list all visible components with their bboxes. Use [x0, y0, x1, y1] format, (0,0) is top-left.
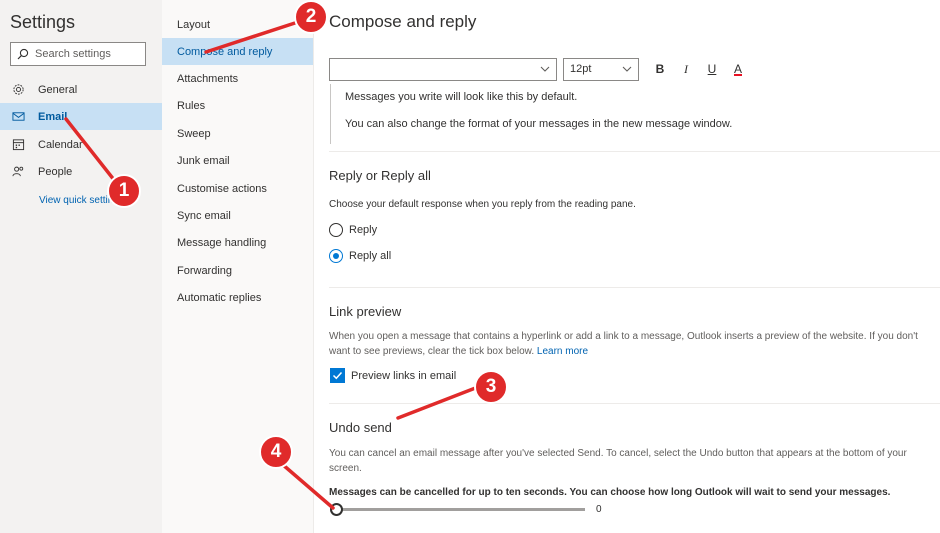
annotation-badge-3: 3: [474, 370, 508, 404]
undo-send-slider-track[interactable]: [334, 508, 585, 511]
settings-nav-pane: Settings General Email Calendar People V…: [0, 0, 162, 533]
undo-send-description: You can cancel an email message after yo…: [329, 448, 907, 474]
submenu-item-customise-actions[interactable]: Customise actions: [162, 175, 313, 202]
page-title: Compose and reply: [329, 12, 477, 31]
section-divider: [329, 151, 940, 152]
nav-item-label: Calendar: [38, 138, 83, 151]
preview-links-checkbox[interactable]: [330, 368, 345, 383]
compose-and-reply-panel: Compose and reply 12pt B I U A Messages …: [314, 0, 940, 533]
nav-item-label: General: [38, 83, 78, 96]
preview-line-1: Messages you write will look like this b…: [345, 91, 578, 103]
underline-button[interactable]: U: [699, 62, 725, 76]
preview-links-checkbox-row[interactable]: Preview links in email: [330, 368, 456, 383]
reply-section-heading: Reply or Reply all: [329, 168, 431, 183]
gear-icon: [13, 84, 24, 95]
reply-all-radio-label: Reply all: [349, 250, 392, 262]
people-icon: [12, 166, 24, 177]
calendar-icon: [12, 139, 25, 151]
section-divider: [329, 287, 940, 288]
checkmark-icon: [332, 371, 343, 380]
annotation-badge-4: 4: [259, 435, 293, 469]
reply-section-description: Choose your default response when you re…: [329, 199, 636, 210]
submenu-item-sweep[interactable]: Sweep: [162, 120, 313, 147]
search-icon: [17, 48, 29, 60]
reply-radio-button[interactable]: [329, 223, 343, 237]
link-preview-description-text: When you open a message that contains a …: [329, 331, 918, 357]
preview-line-2: You can also change the format of your m…: [345, 118, 733, 130]
reply-radio-label: Reply: [349, 224, 378, 236]
submenu-item-layout[interactable]: Layout: [162, 11, 313, 38]
nav-item-email[interactable]: Email: [0, 103, 162, 130]
preview-links-label: Preview links in email: [351, 369, 457, 382]
reply-all-radio-option[interactable]: Reply all: [329, 249, 391, 263]
font-family-dropdown[interactable]: [329, 57, 557, 81]
reply-all-radio-button[interactable]: [329, 249, 343, 263]
mail-icon: [12, 112, 25, 121]
bold-button[interactable]: B: [647, 62, 673, 76]
submenu-item-compose-and-reply[interactable]: Compose and reply: [162, 38, 313, 65]
search-settings-box[interactable]: [10, 42, 146, 66]
undo-send-instruction-text: Messages can be cancelled for up to ten …: [329, 487, 891, 498]
undo-send-heading: Undo send: [329, 420, 392, 435]
submenu-item-junk-email[interactable]: Junk email: [162, 147, 313, 174]
format-toolbar: 12pt B I U A: [329, 57, 751, 81]
undo-send-slider-thumb[interactable]: [330, 503, 343, 516]
undo-send-slider-value: 0: [596, 504, 602, 515]
chevron-down-icon: [622, 66, 632, 72]
link-preview-heading: Link preview: [329, 304, 402, 319]
submenu-item-automatic-replies[interactable]: Automatic replies: [162, 284, 313, 311]
font-size-dropdown[interactable]: 12pt: [563, 57, 639, 81]
annotation-badge-2: 2: [294, 0, 328, 34]
font-color-button[interactable]: A: [725, 62, 751, 76]
font-size-value: 12pt: [570, 63, 592, 75]
submenu-item-forwarding[interactable]: Forwarding: [162, 257, 313, 284]
undo-send-instruction: Messages can be cancelled for up to ten …: [329, 485, 940, 500]
nav-item-label: People: [38, 165, 73, 178]
italic-button[interactable]: I: [673, 62, 699, 77]
reply-radio-option[interactable]: Reply: [329, 223, 377, 237]
annotation-badge-1: 1: [107, 174, 141, 208]
message-format-preview: Messages you write will look like this b…: [330, 84, 924, 144]
submenu-item-message-handling[interactable]: Message handling: [162, 229, 313, 256]
search-input[interactable]: [35, 48, 135, 60]
submenu-item-sync-email[interactable]: Sync email: [162, 202, 313, 229]
settings-title: Settings: [10, 12, 76, 32]
section-divider: [329, 403, 940, 404]
learn-more-link[interactable]: Learn more: [537, 346, 588, 357]
nav-item-calendar[interactable]: Calendar: [0, 131, 162, 158]
nav-item-label: Email: [38, 110, 68, 123]
nav-item-general[interactable]: General: [0, 76, 162, 103]
link-preview-description: When you open a message that contains a …: [329, 329, 934, 359]
chevron-down-icon: [540, 66, 550, 72]
submenu-item-attachments[interactable]: Attachments: [162, 65, 313, 92]
submenu-item-rules[interactable]: Rules: [162, 92, 313, 119]
